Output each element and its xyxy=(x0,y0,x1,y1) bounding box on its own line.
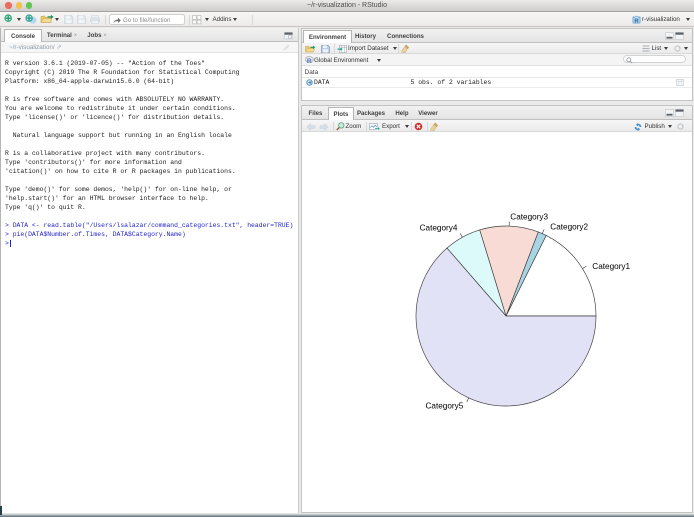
svg-text:Category1: Category1 xyxy=(592,262,630,271)
svg-text:R: R xyxy=(306,58,311,64)
svg-text:Category4: Category4 xyxy=(420,224,458,233)
svg-text:R: R xyxy=(634,18,638,24)
svg-text:Category5: Category5 xyxy=(426,402,464,411)
svg-text:Category2: Category2 xyxy=(550,223,588,232)
svg-text:Category3: Category3 xyxy=(510,212,548,221)
